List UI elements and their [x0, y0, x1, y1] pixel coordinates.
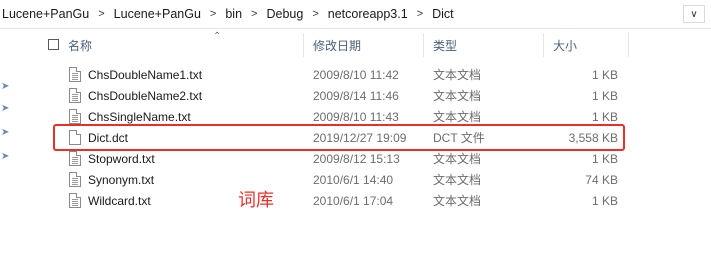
pin-icon: ➤ — [1, 151, 10, 162]
file-size: 1 KB — [591, 193, 618, 208]
file-name: Stopword.txt — [88, 151, 155, 166]
column-type[interactable]: 类型 — [433, 33, 543, 57]
file-type: 文本文档 — [433, 89, 482, 103]
breadcrumb-separator-icon[interactable]: > — [91, 8, 111, 20]
breadcrumb-item[interactable]: bin — [223, 7, 244, 21]
column-size-label: 大小 — [553, 38, 578, 53]
file-row[interactable]: Wildcard.txt 2010/6/1 17:04 文本文档 1 KB — [40, 190, 630, 211]
file-name: Synonym.txt — [88, 172, 155, 187]
breadcrumb-item[interactable]: netcoreapp3.1 — [326, 7, 410, 21]
annotation-label: 词库 — [238, 190, 274, 211]
address-dropdown-button[interactable]: ∨ — [683, 5, 705, 23]
column-date[interactable]: 修改日期 — [313, 33, 423, 57]
file-row[interactable]: Synonym.txt 2010/6/1 14:40 文本文档 74 KB — [40, 169, 630, 190]
column-divider[interactable] — [628, 33, 629, 57]
file-size: 1 KB — [591, 151, 618, 166]
file-row[interactable]: ChsDoubleName1.txt 2009/8/10 11:42 文本文档 … — [40, 64, 630, 85]
column-divider[interactable] — [543, 33, 544, 57]
text-file-icon — [69, 67, 81, 82]
column-date-label: 修改日期 — [313, 38, 362, 53]
breadcrumb-item-current[interactable]: Dict — [430, 7, 456, 21]
breadcrumb: Lucene+PanGu > Lucene+PanGu > bin > Debu… — [0, 0, 456, 28]
file-type: 文本文档 — [433, 68, 482, 82]
breadcrumb-item[interactable]: Debug — [264, 7, 305, 21]
file-name: ChsDoubleName2.txt — [88, 88, 203, 103]
text-file-icon — [69, 172, 81, 187]
pin-icon: ➤ — [1, 127, 10, 138]
text-file-icon — [69, 151, 81, 166]
text-file-icon — [69, 88, 81, 103]
column-size[interactable]: 大小 — [553, 33, 628, 57]
file-row[interactable]: ChsDoubleName2.txt 2009/8/14 11:46 文本文档 … — [40, 85, 630, 106]
breadcrumb-item[interactable]: Lucene+PanGu — [112, 7, 203, 21]
navigation-pane: ➤ ➤ ➤ ➤ — [0, 29, 14, 258]
text-file-icon — [69, 193, 81, 208]
pin-icon: ➤ — [1, 81, 10, 92]
file-date: 2009/8/14 11:46 — [313, 88, 399, 103]
breadcrumb-separator-icon[interactable]: > — [410, 8, 430, 20]
breadcrumb-separator-icon[interactable]: > — [305, 8, 325, 20]
file-date: 2010/6/1 17:04 — [313, 193, 394, 208]
column-name[interactable]: 名称 — [68, 33, 303, 57]
file-date: 2009/8/12 15:13 — [313, 151, 400, 166]
chevron-down-icon: ∨ — [690, 8, 698, 20]
file-size: 74 KB — [585, 172, 618, 187]
column-name-label: 名称 — [68, 38, 93, 53]
file-size: 1 KB — [591, 88, 618, 103]
file-type: 文本文档 — [433, 152, 482, 166]
file-date: 2010/6/1 14:40 — [313, 172, 394, 187]
column-divider[interactable] — [303, 33, 304, 57]
file-size: 1 KB — [591, 67, 618, 82]
address-bar[interactable]: Lucene+PanGu > Lucene+PanGu > bin > Debu… — [0, 0, 711, 29]
file-type: 文本文档 — [433, 173, 482, 187]
file-name: ChsDoubleName1.txt — [88, 67, 203, 82]
file-date: 2009/8/10 11:42 — [313, 67, 399, 82]
highlight-box — [53, 124, 625, 151]
breadcrumb-item[interactable]: Lucene+PanGu — [0, 7, 91, 21]
column-header: ⌃ 名称 修改日期 类型 大小 — [40, 31, 630, 57]
select-all-checkbox[interactable] — [48, 39, 59, 50]
breadcrumb-separator-icon[interactable]: > — [203, 8, 223, 20]
column-type-label: 类型 — [433, 38, 458, 53]
pin-icon: ➤ — [1, 103, 10, 114]
file-name: Wildcard.txt — [88, 193, 151, 208]
text-file-icon — [69, 109, 81, 124]
column-divider[interactable] — [423, 33, 424, 57]
breadcrumb-separator-icon[interactable]: > — [244, 8, 264, 20]
file-row[interactable]: Stopword.txt 2009/8/12 15:13 文本文档 1 KB — [40, 148, 630, 169]
file-type: 文本文档 — [433, 194, 482, 208]
